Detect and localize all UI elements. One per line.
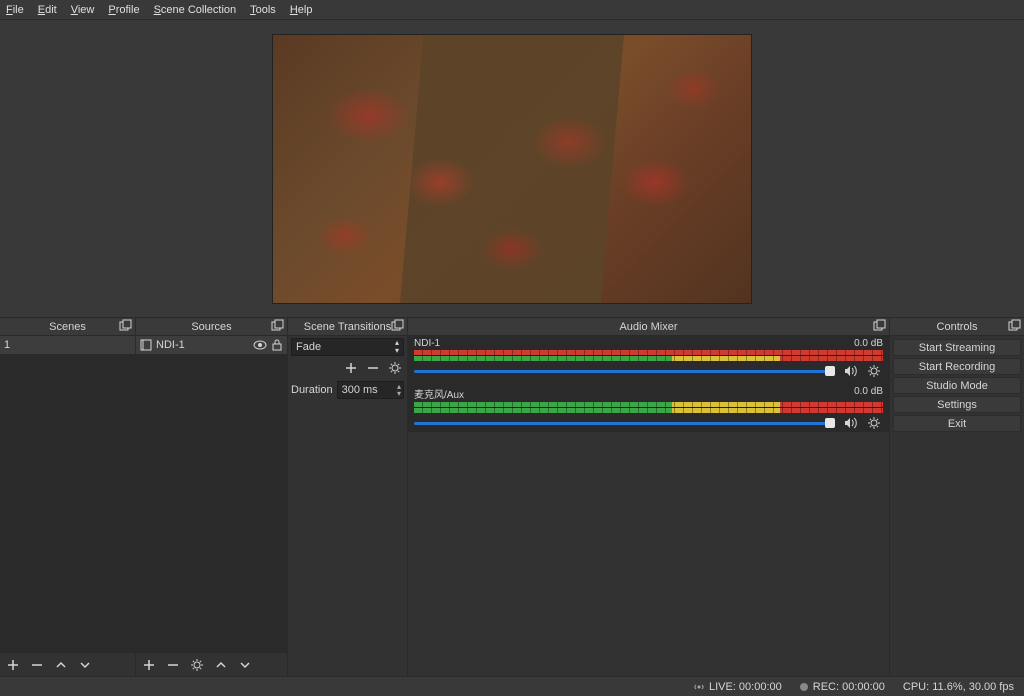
duration-value: 300 ms xyxy=(342,384,378,396)
controls-header: Controls xyxy=(890,318,1024,336)
sources-header: Sources xyxy=(136,318,287,336)
audio-meter xyxy=(414,350,883,361)
menu-view[interactable]: View xyxy=(71,4,95,16)
record-dot-icon xyxy=(800,683,808,691)
source-down-button[interactable] xyxy=(236,656,254,674)
volume-slider[interactable] xyxy=(414,364,835,378)
popout-icon[interactable] xyxy=(1007,319,1021,333)
menu-bar: File Edit View Profile Scene Collection … xyxy=(0,0,1024,20)
transition-properties-button[interactable] xyxy=(386,359,404,377)
sources-toolbar xyxy=(136,652,287,676)
controls-body: Start Streaming Start Recording Studio M… xyxy=(890,336,1024,435)
transition-select[interactable]: Fade ▴▾ xyxy=(291,338,404,356)
popout-icon[interactable] xyxy=(118,319,132,333)
status-bar: LIVE: 00:00:00 REC: 00:00:00 CPU: 11.6%,… xyxy=(0,676,1024,696)
scene-down-button[interactable] xyxy=(76,656,94,674)
broadcast-icon xyxy=(694,682,704,692)
gear-icon[interactable] xyxy=(865,414,883,432)
mixer-title: Audio Mixer xyxy=(619,321,677,333)
transitions-title: Scene Transitions xyxy=(304,321,391,333)
visibility-icon[interactable] xyxy=(253,339,267,351)
menu-profile[interactable]: Profile xyxy=(108,4,139,16)
transitions-header: Scene Transitions xyxy=(288,318,407,336)
mixer-channel-db: 0.0 dB xyxy=(854,338,883,349)
audio-meter xyxy=(414,402,883,413)
mixer-channel-name: NDI-1 xyxy=(414,338,440,349)
studio-mode-button[interactable]: Studio Mode xyxy=(893,377,1021,394)
chevron-down-icon: ▴▾ xyxy=(395,339,399,355)
scene-item[interactable]: 1 xyxy=(0,336,135,354)
sources-panel: Sources NDI-1 xyxy=(136,318,288,676)
source-item-label: NDI-1 xyxy=(156,339,185,351)
transitions-panel: Scene Transitions Fade ▴▾ Duration 300 m… xyxy=(288,318,408,676)
status-rec: REC: 00:00:00 xyxy=(800,681,885,693)
scenes-panel: Scenes 1 xyxy=(0,318,136,676)
preview-canvas[interactable] xyxy=(272,34,752,304)
scenes-list[interactable]: 1 xyxy=(0,336,135,652)
menu-file[interactable]: File xyxy=(6,4,24,16)
mixer-channel-name: 麦克风/Aux xyxy=(414,386,464,401)
start-recording-button[interactable]: Start Recording xyxy=(893,358,1021,375)
scenes-header: Scenes xyxy=(0,318,135,336)
start-streaming-button[interactable]: Start Streaming xyxy=(893,339,1021,356)
mixer-header: Audio Mixer xyxy=(408,318,889,336)
add-scene-button[interactable] xyxy=(4,656,22,674)
mixer-body: NDI-1 0.0 dB xyxy=(408,336,889,432)
popout-icon[interactable] xyxy=(390,319,404,333)
source-properties-button[interactable] xyxy=(188,656,206,674)
mixer-channel-db: 0.0 dB xyxy=(854,386,883,401)
menu-scene-collection[interactable]: Scene Collection xyxy=(154,4,237,16)
lock-icon[interactable] xyxy=(271,339,283,351)
sources-title: Sources xyxy=(191,321,231,333)
scenes-title: Scenes xyxy=(49,321,86,333)
settings-button[interactable]: Settings xyxy=(893,396,1021,413)
duration-label: Duration xyxy=(291,384,333,396)
remove-source-button[interactable] xyxy=(164,656,182,674)
menu-tools[interactable]: Tools xyxy=(250,4,276,16)
source-type-icon xyxy=(140,339,152,351)
gear-icon[interactable] xyxy=(865,362,883,380)
exit-button[interactable]: Exit xyxy=(893,415,1021,432)
spinner-arrows-icon[interactable]: ▴▾ xyxy=(397,383,401,397)
mixer-channel: NDI-1 0.0 dB xyxy=(414,338,883,380)
controls-panel: Controls Start Streaming Start Recording… xyxy=(890,318,1024,676)
dock-row: Scenes 1 Sources xyxy=(0,317,1024,676)
popout-icon[interactable] xyxy=(270,319,284,333)
scene-item-label: 1 xyxy=(4,339,10,351)
duration-input[interactable]: 300 ms ▴▾ xyxy=(337,381,404,399)
popout-icon[interactable] xyxy=(872,319,886,333)
transition-current: Fade xyxy=(296,341,321,353)
speaker-icon[interactable] xyxy=(841,414,859,432)
volume-slider[interactable] xyxy=(414,416,835,430)
status-live: LIVE: 00:00:00 xyxy=(694,681,782,693)
remove-transition-button[interactable] xyxy=(364,359,382,377)
scenes-toolbar xyxy=(0,652,135,676)
mixer-panel: Audio Mixer NDI-1 0.0 dB xyxy=(408,318,890,676)
menu-help[interactable]: Help xyxy=(290,4,313,16)
add-source-button[interactable] xyxy=(140,656,158,674)
sources-list[interactable]: NDI-1 xyxy=(136,336,287,652)
remove-scene-button[interactable] xyxy=(28,656,46,674)
scene-up-button[interactable] xyxy=(52,656,70,674)
status-cpu: CPU: 11.6%, 30.00 fps xyxy=(903,681,1014,693)
menu-edit[interactable]: Edit xyxy=(38,4,57,16)
add-transition-button[interactable] xyxy=(342,359,360,377)
transitions-body: Fade ▴▾ Duration 300 ms ▴▾ xyxy=(288,336,407,402)
controls-title: Controls xyxy=(937,321,978,333)
source-item[interactable]: NDI-1 xyxy=(136,336,287,354)
preview-area xyxy=(0,20,1024,317)
mixer-channel: 麦克风/Aux 0.0 dB xyxy=(414,386,883,432)
source-up-button[interactable] xyxy=(212,656,230,674)
speaker-icon[interactable] xyxy=(841,362,859,380)
